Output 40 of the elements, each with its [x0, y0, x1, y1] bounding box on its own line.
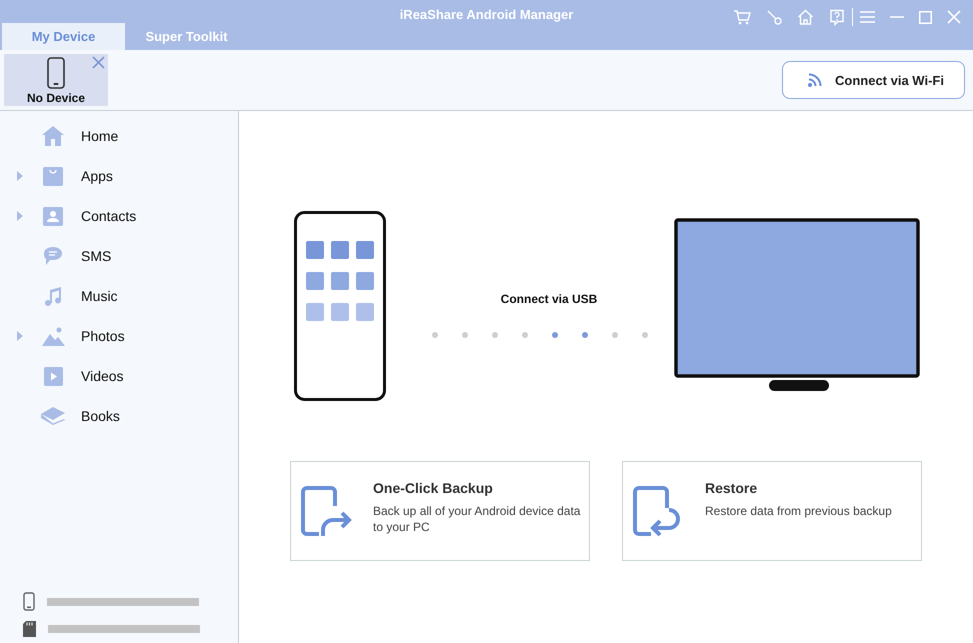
music-note-icon [43, 286, 63, 306]
sidebar-item[interactable]: Videos [0, 356, 238, 396]
action-card[interactable]: One-Click Backup Back up all of your Android device data to your PC [290, 461, 590, 561]
card-description: Restore data from previous backup [705, 503, 892, 519]
expand-arrow-icon[interactable] [17, 331, 23, 341]
expand-arrow-icon[interactable] [17, 211, 23, 221]
phone-icon [23, 592, 35, 611]
card-description: Back up all of your Android device data to your PC [373, 503, 581, 535]
book-icon [41, 407, 65, 425]
phone-icon [47, 57, 65, 89]
card-title: One-Click Backup [373, 480, 494, 496]
window-title: iReaShare Android Manager [400, 7, 574, 22]
play-icon [44, 366, 62, 386]
sidebar-item[interactable]: SMS [0, 236, 238, 276]
device-tab[interactable]: No Device [4, 54, 108, 106]
sidebar-item[interactable]: Apps [0, 156, 238, 196]
key-icon[interactable] [766, 9, 782, 25]
sidebar-item[interactable]: Contacts [0, 196, 238, 236]
connection-label: Connect via USB [500, 292, 598, 306]
menu-icon[interactable] [860, 11, 875, 23]
card-title: Restore [705, 480, 758, 496]
home-icon [42, 126, 64, 146]
sidebar-item[interactable]: Photos [0, 316, 238, 356]
chat-bubble-icon [43, 246, 63, 266]
sidebar-item[interactable]: Home [0, 116, 238, 156]
mountain-icon [42, 326, 64, 346]
connect-wifi-button[interactable]: Connect via Wi-Fi [782, 61, 965, 99]
home-icon[interactable] [797, 9, 814, 25]
sidebar-item[interactable]: Books [0, 396, 238, 436]
sd-card-icon [23, 621, 36, 637]
sidebar-item[interactable]: Music [0, 276, 238, 316]
help-icon[interactable] [829, 8, 845, 26]
expand-arrow-icon[interactable] [17, 171, 23, 181]
wifi-icon [807, 72, 823, 88]
close-icon[interactable] [92, 56, 105, 69]
bag-icon [43, 166, 63, 186]
action-card[interactable]: Restore Restore data from previous backup [622, 461, 922, 561]
contact-icon [43, 206, 63, 226]
maximize-icon[interactable] [919, 10, 932, 24]
cart-icon[interactable] [733, 9, 751, 25]
